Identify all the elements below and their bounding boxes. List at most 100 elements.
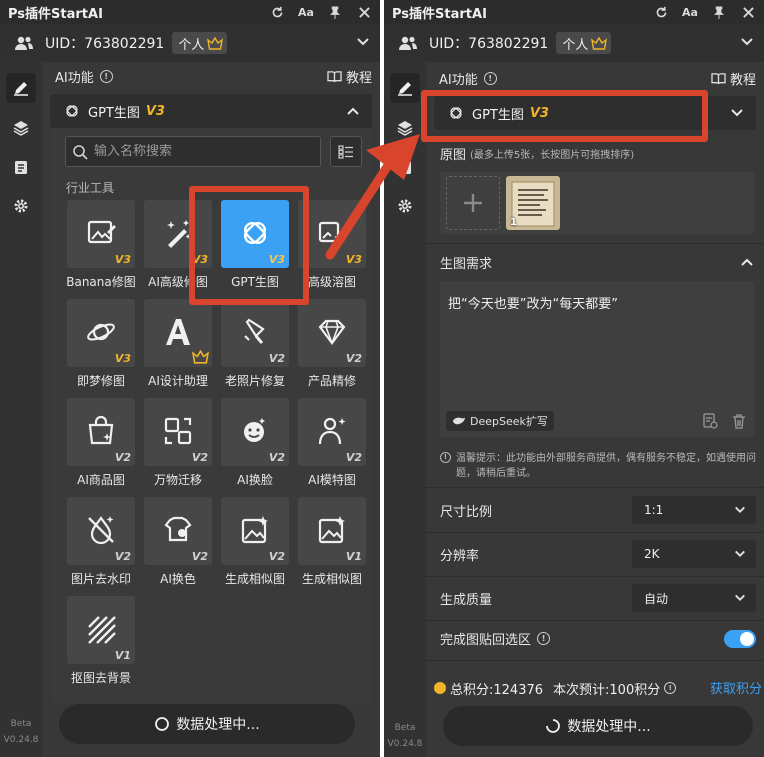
version-badge: V2 <box>191 451 208 464</box>
divider <box>426 243 764 244</box>
beta-label: Beta <box>394 723 416 733</box>
highlight-box <box>189 186 309 305</box>
tool-tile-photo-restore[interactable]: V2 <box>221 299 289 367</box>
tutorial-link[interactable]: 教程 <box>327 67 372 86</box>
tool-tile-remove-watermark[interactable]: V2 <box>67 497 135 565</box>
edit-nav-icon[interactable] <box>390 73 420 103</box>
tool-tile-similar-v1[interactable]: V1 <box>298 497 366 565</box>
whale-icon <box>453 417 465 425</box>
planet-icon <box>87 323 115 341</box>
account-type-badge: 个人 <box>172 32 228 54</box>
quality-select[interactable]: 自动 <box>632 584 756 612</box>
blend-sparkle-icon <box>318 221 346 243</box>
tool-tile-ai-model[interactable]: V2 <box>298 398 366 466</box>
tool-selector[interactable]: GPT生图 V3 <box>50 94 372 128</box>
tool-tile-banana[interactable]: V3 <box>67 200 135 268</box>
tool-tile-product-retouch[interactable]: V2 <box>298 299 366 367</box>
close-icon[interactable] <box>738 3 758 21</box>
font-size-icon[interactable]: Aa <box>296 3 316 21</box>
account-type-label: 个人 <box>562 37 589 53</box>
version-badge: V3 <box>345 253 362 266</box>
add-image-button[interactable] <box>446 176 500 230</box>
history-note-icon[interactable] <box>702 413 718 429</box>
deepseek-expand-button[interactable]: DeepSeek扩写 <box>446 411 554 431</box>
title-bar: Ps插件StartAI Aa <box>384 0 764 24</box>
crown-icon <box>207 36 224 50</box>
info-icon[interactable]: ! <box>483 71 497 85</box>
account-bar[interactable]: UID：763802291 个人 <box>0 24 380 62</box>
version-badge: V2 <box>114 451 131 464</box>
paste-back-label: 完成图贴回选区 <box>440 632 532 648</box>
account-bar[interactable]: UID：763802291 个人 <box>384 24 764 62</box>
settings-gear-icon[interactable] <box>390 191 420 221</box>
tutorial-link[interactable]: 教程 <box>711 69 756 88</box>
crown-icon <box>591 36 608 50</box>
tool-tile-similar-v2[interactable]: V2 <box>221 497 289 565</box>
resolution-select[interactable]: 2K <box>632 540 756 568</box>
prompt-textarea[interactable]: 把“今天也要”改为“每天都要” DeepSeek扩写 <box>440 281 754 437</box>
prompt-text: 把“今天也要”改为“每天都要” <box>448 297 618 312</box>
info-icon[interactable]: ! <box>99 69 113 83</box>
refresh-icon[interactable] <box>651 3 671 21</box>
edit-nav-icon[interactable] <box>6 73 36 103</box>
list-view-button[interactable] <box>330 136 362 167</box>
tool-tile-jimeng[interactable]: V3 <box>67 299 135 367</box>
aspect-ratio-select[interactable]: 1:1 <box>632 496 756 524</box>
version-badge: V3 <box>114 253 131 266</box>
main-content: AI功能 ! 教程 GPT生图 V3 行业工具 <box>42 62 380 757</box>
tool-tile-face-swap[interactable]: V2 <box>221 398 289 466</box>
pin-icon[interactable] <box>325 3 345 21</box>
pin-icon[interactable] <box>709 3 729 21</box>
chevron-down-icon[interactable] <box>730 106 744 120</box>
image-edit-icon <box>87 220 116 244</box>
layers-nav-icon[interactable] <box>6 113 36 143</box>
search-input[interactable] <box>94 144 294 159</box>
clipboard-nav-icon[interactable] <box>6 152 36 182</box>
uploaded-image-thumbnail[interactable]: 1 <box>506 176 560 230</box>
clipboard-nav-icon[interactable] <box>390 152 420 182</box>
quality-row: 生成质量 自动 <box>426 576 764 620</box>
chevron-down-icon[interactable] <box>356 35 370 49</box>
version-badge: V2 <box>345 451 362 464</box>
chevron-down-icon[interactable] <box>740 35 754 49</box>
resolution-value: 2K <box>644 547 660 561</box>
tool-label: 即梦修图 <box>76 374 125 388</box>
tool-tile-transfer[interactable]: V2 <box>144 398 212 466</box>
get-points-link[interactable]: 获取积分 <box>710 678 762 697</box>
tool-tile-cutout[interactable]: V1 <box>67 596 135 664</box>
close-icon[interactable] <box>354 3 374 21</box>
app-title: Ps插件StartAI <box>8 6 103 22</box>
face-icon <box>244 418 265 442</box>
resolution-row: 分辨率 2K <box>426 532 764 576</box>
search-box[interactable] <box>65 136 321 167</box>
tool-tile-ai-product[interactable]: V2 <box>67 398 135 466</box>
layers-nav-icon[interactable] <box>390 113 420 143</box>
chevron-down-icon <box>735 594 745 602</box>
paste-back-toggle[interactable] <box>724 630 756 648</box>
paste-back-row: 完成图贴回选区 ! <box>426 616 764 660</box>
aspect-ratio-value: 1:1 <box>644 503 664 517</box>
processing-button[interactable]: 数据处理中... <box>59 704 355 744</box>
tool-label: 生成相似图 <box>301 572 362 586</box>
settings-gear-icon[interactable] <box>6 191 36 221</box>
chevron-up-icon[interactable] <box>346 104 360 118</box>
trash-icon[interactable] <box>732 414 746 429</box>
tool-label: AI设计助理 <box>148 374 208 388</box>
tool-label: Banana修图 <box>66 275 136 289</box>
tool-tile-recolor[interactable]: V2 <box>144 497 212 565</box>
refresh-icon[interactable] <box>267 3 287 21</box>
shopping-bag-icon <box>88 415 114 445</box>
section-title: AI功能 <box>439 72 478 88</box>
plus-icon <box>464 194 482 212</box>
font-size-icon[interactable]: Aa <box>680 3 700 21</box>
info-icon[interactable]: ! <box>537 631 551 645</box>
processing-label: 数据处理中... <box>567 719 651 735</box>
chevron-up-icon[interactable] <box>740 255 754 269</box>
tutorial-label: 教程 <box>729 72 756 88</box>
tool-tile-ai-design[interactable] <box>144 299 212 367</box>
side-nav: Beta V0.24.8 <box>0 62 42 757</box>
tool-label: 抠图去背景 <box>70 671 131 685</box>
info-icon[interactable]: ! <box>664 682 677 694</box>
processing-button[interactable]: 数据处理中... <box>443 706 753 746</box>
users-icon <box>15 36 33 50</box>
